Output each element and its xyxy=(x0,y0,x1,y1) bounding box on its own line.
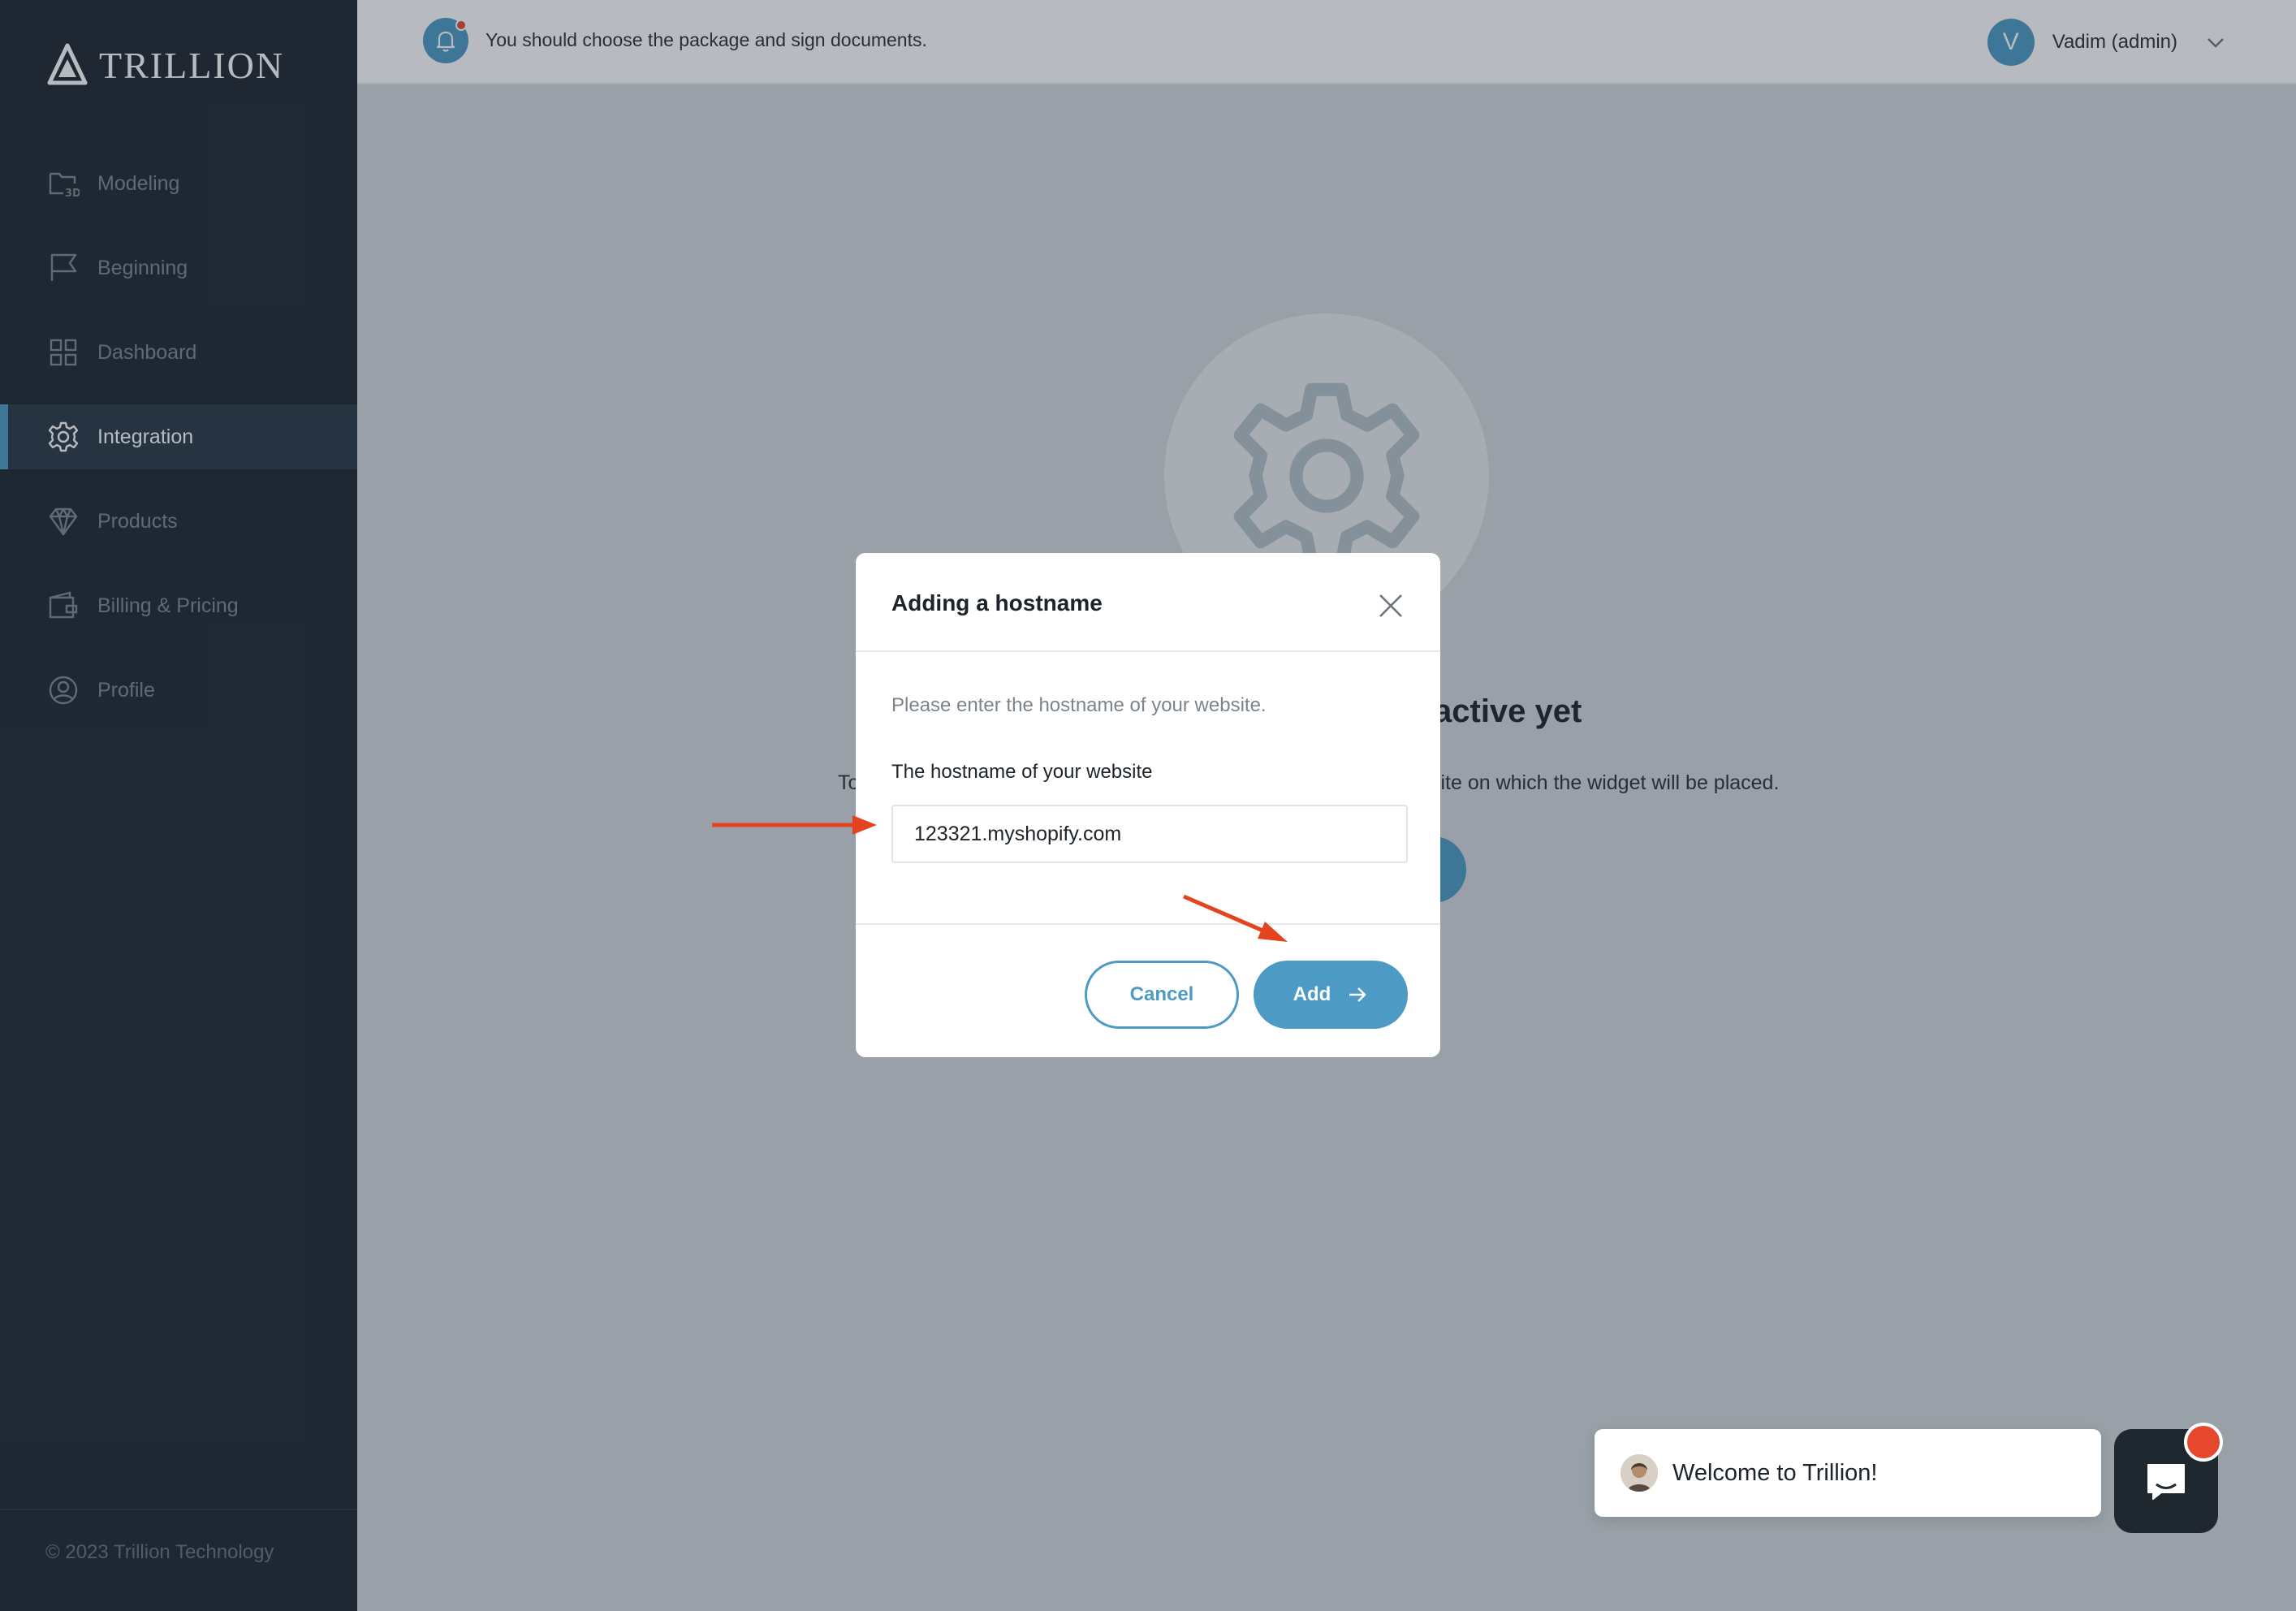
chat-icon xyxy=(2147,1464,2185,1500)
chat-unread-dot xyxy=(2184,1423,2223,1462)
cancel-button[interactable]: Cancel xyxy=(1085,961,1239,1029)
chat-welcome-bubble[interactable]: Welcome to Trillion! xyxy=(1595,1429,2101,1517)
hostname-input[interactable] xyxy=(891,805,1408,863)
add-button[interactable]: Add xyxy=(1254,961,1408,1029)
modal-body: Please enter the hostname of your websit… xyxy=(856,652,1440,925)
arrow-right-icon xyxy=(1349,987,1366,1002)
modal-title: Adding a hostname xyxy=(891,590,1103,615)
add-button-label: Add xyxy=(1293,983,1331,1005)
modal-header: Adding a hostname xyxy=(856,553,1440,652)
hostname-field-label: The hostname of your website xyxy=(891,761,1153,783)
modal-hint: Please enter the hostname of your websit… xyxy=(891,694,1267,716)
close-icon[interactable] xyxy=(1377,592,1405,620)
chat-welcome-text: Welcome to Trillion! xyxy=(1672,1459,1878,1486)
chat-agent-avatar xyxy=(1621,1454,1658,1492)
add-hostname-modal: Adding a hostname Please enter the hostn… xyxy=(856,553,1440,1057)
